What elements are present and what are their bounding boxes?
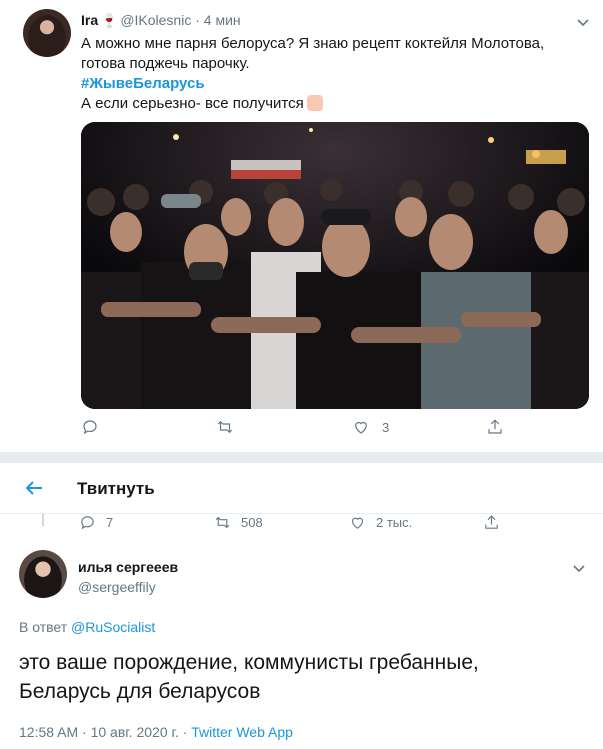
reply-icon — [83, 420, 97, 435]
avatar[interactable] — [23, 9, 71, 57]
tweet-text: это ваше порождение, коммунисты гребанны… — [19, 648, 589, 706]
heart-icon — [351, 517, 364, 529]
tweet-meta: 12:58 AM · 10 авг. 2020 г. · Twitter Web… — [19, 724, 293, 740]
avatar[interactable] — [19, 550, 67, 598]
chevron-down-icon[interactable] — [577, 14, 589, 27]
tweet-time[interactable]: 4 мин — [204, 12, 241, 28]
fist-emoji-icon — [306, 95, 323, 111]
reply-to-link[interactable]: @RuSocialist — [71, 619, 155, 635]
reply-count: 7 — [106, 515, 114, 530]
dot-separator: · — [195, 12, 200, 28]
like-count: 3 — [382, 419, 390, 435]
parent-share-action[interactable] — [483, 514, 500, 531]
tweet-header: Ira 🍷 @IKolesnic · 4 мин — [81, 12, 241, 29]
reply-icon — [81, 516, 94, 530]
back-arrow-icon[interactable] — [24, 478, 44, 498]
thread-connector — [42, 514, 44, 526]
author-handle[interactable]: @IKolesnic — [120, 12, 191, 28]
parent-reply-action[interactable]: 7 — [79, 514, 113, 531]
timestamp[interactable]: 12:58 AM · 10 авг. 2020 г. · — [19, 724, 187, 740]
reply-context: В ответ @RuSocialist — [19, 619, 155, 635]
source-link[interactable]: Twitter Web App — [191, 724, 293, 740]
retweet-count: 508 — [241, 515, 263, 530]
share-icon — [485, 515, 498, 529]
retweet-icon — [217, 420, 233, 434]
chevron-down-icon[interactable] — [573, 560, 585, 573]
tweet-card[interactable]: Ira 🍷 @IKolesnic · 4 мин А можно мне парня… — [0, 0, 603, 452]
tweet-line: Беларусь для беларусов — [19, 680, 261, 703]
page-title: Твитнуть — [77, 479, 155, 498]
parent-retweet-action[interactable]: 508 — [214, 514, 263, 531]
parent-like-action[interactable]: 2 тыс. — [349, 514, 412, 531]
like-count: 2 тыс. — [376, 515, 413, 530]
share-icon — [488, 419, 502, 434]
section-divider — [0, 452, 603, 463]
heart-icon — [355, 421, 367, 434]
reply-action[interactable] — [81, 418, 99, 436]
wine-glass-emoji: 🍷 — [101, 13, 118, 28]
tweet-line: А если серьезно- все получится — [81, 95, 304, 112]
page-header: Твитнуть — [0, 463, 603, 514]
tweet-line: готова поджечь парочку. — [81, 55, 250, 72]
tweet-line: А можно мне парня белоруса? Я знаю рецеп… — [81, 35, 545, 52]
author-name[interactable]: илья сергееев — [78, 559, 178, 575]
tweet-text: А можно мне парня белоруса? Я знаю рецеп… — [81, 34, 581, 114]
author-handle[interactable]: @sergeeffily — [78, 579, 156, 595]
hashtag-link[interactable]: #ЖывеБеларусь — [81, 74, 581, 94]
author-name[interactable]: Ira — [81, 12, 98, 28]
reply-prefix: В ответ — [19, 619, 68, 635]
tweet-line: это ваше порождение, коммунисты гребанны… — [19, 651, 479, 674]
share-action[interactable] — [486, 418, 504, 436]
retweet-icon — [215, 516, 230, 529]
retweet-action[interactable] — [216, 418, 234, 436]
tweet-photo[interactable] — [81, 122, 589, 409]
like-action[interactable]: 3 — [352, 418, 389, 436]
